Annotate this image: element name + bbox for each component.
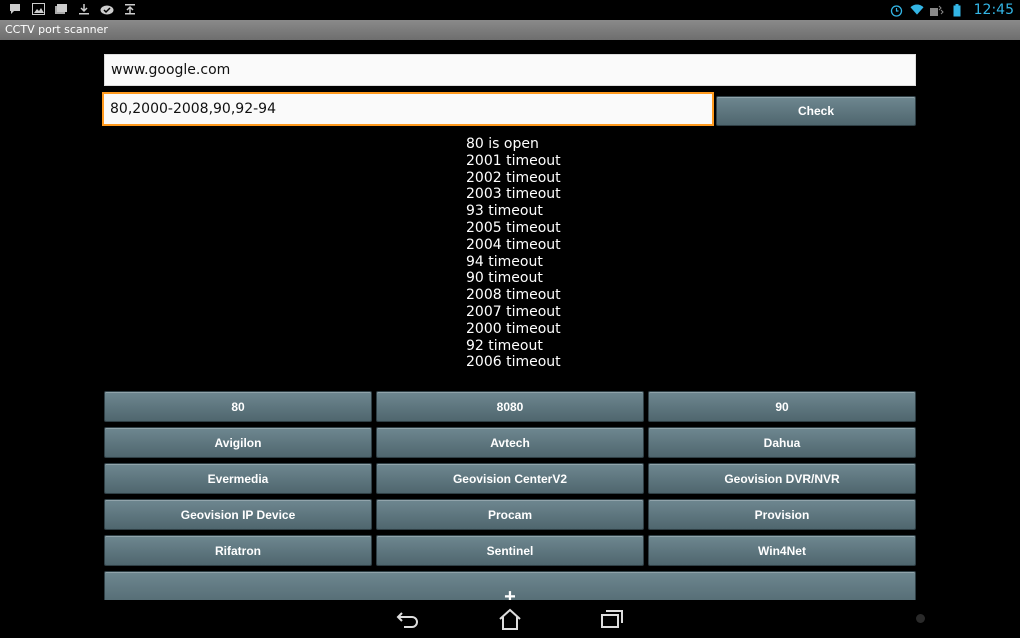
- download-icon: [77, 2, 91, 16]
- preset-button-rifatron[interactable]: Rifatron: [104, 535, 372, 566]
- app-title: CCTV port scanner: [5, 23, 108, 36]
- preset-button-90[interactable]: 90: [648, 391, 916, 422]
- result-line: 93 timeout: [466, 203, 543, 220]
- home-icon[interactable]: [495, 606, 525, 632]
- result-line: 2005 timeout: [466, 219, 561, 236]
- image-icon: [31, 2, 45, 16]
- photos-icon: [54, 2, 68, 16]
- wifi-icon: [910, 3, 924, 17]
- result-line: 92 timeout: [466, 337, 543, 354]
- check-button[interactable]: Check: [716, 96, 916, 126]
- menu-dot: [916, 614, 925, 623]
- preset-button-geovision-centerv2[interactable]: Geovision CenterV2: [376, 463, 644, 494]
- preset-button-procam[interactable]: Procam: [376, 499, 644, 530]
- preset-button-avtech[interactable]: Avtech: [376, 427, 644, 458]
- clock: 12:45: [973, 2, 1014, 18]
- system-icons: 12:45: [890, 1, 1014, 19]
- app-title-bar: CCTV port scanner: [0, 20, 1020, 40]
- result-line: 2007 timeout: [466, 303, 561, 320]
- result-line: 2006 timeout: [466, 354, 561, 371]
- battery-icon: [950, 3, 964, 17]
- alarm-icon: [890, 3, 904, 17]
- upload-tray-icon: [123, 2, 137, 16]
- notification-icons: [8, 2, 137, 16]
- preset-button-sentinel[interactable]: Sentinel: [376, 535, 644, 566]
- result-line: 90 timeout: [466, 270, 543, 287]
- preset-button-win4net[interactable]: Win4Net: [648, 535, 916, 566]
- result-line: 2002 timeout: [466, 169, 561, 186]
- result-line: 2008 timeout: [466, 287, 561, 304]
- host-input[interactable]: [104, 54, 916, 86]
- result-line: 2003 timeout: [466, 186, 561, 203]
- preset-button-provision[interactable]: Provision: [648, 499, 916, 530]
- message-icon: [8, 2, 22, 16]
- recent-apps-icon[interactable]: [597, 606, 627, 632]
- preset-button-dahua[interactable]: Dahua: [648, 427, 916, 458]
- preset-button-geovision-ip-device[interactable]: Geovision IP Device: [104, 499, 372, 530]
- preset-button-geovision-dvr-nvr[interactable]: Geovision DVR/NVR: [648, 463, 916, 494]
- preset-button-80[interactable]: 80: [104, 391, 372, 422]
- checkmark-cloud-icon: [100, 2, 114, 16]
- preset-button-avigilon[interactable]: Avigilon: [104, 427, 372, 458]
- result-line: 2004 timeout: [466, 236, 561, 253]
- signal-icon: [929, 3, 944, 17]
- result-line: 2001 timeout: [466, 152, 561, 169]
- result-line: 94 timeout: [466, 253, 543, 270]
- preset-button-evermedia[interactable]: Evermedia: [104, 463, 372, 494]
- back-icon[interactable]: [393, 606, 423, 632]
- scan-results: 80 is open 2001 timeout 2002 timeout 200…: [466, 136, 666, 371]
- result-line: 80 is open: [466, 136, 539, 152]
- preset-button-8080[interactable]: 8080: [376, 391, 644, 422]
- navigation-bar: [0, 600, 1020, 638]
- result-line: 2000 timeout: [466, 320, 561, 337]
- status-bar: 12:45: [0, 0, 1020, 20]
- ports-input[interactable]: [102, 92, 714, 126]
